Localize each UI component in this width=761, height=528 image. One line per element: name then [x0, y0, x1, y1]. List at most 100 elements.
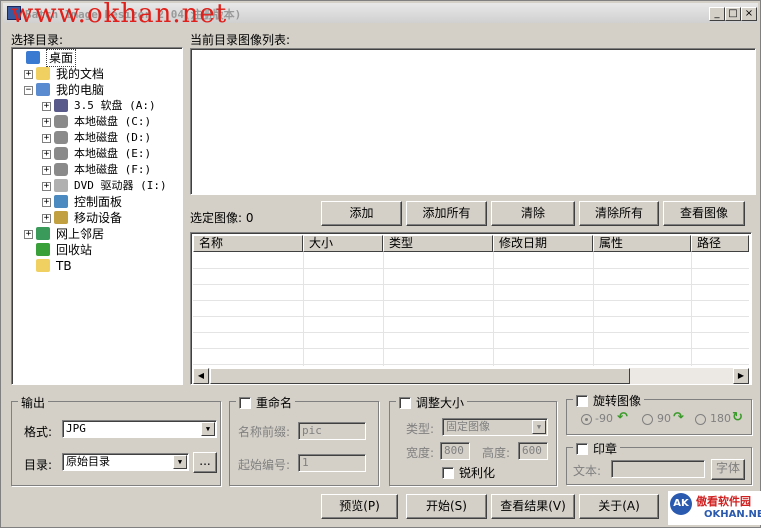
type-select[interactable]: 固定图像 ▼ [442, 418, 548, 436]
stamp-checkbox[interactable] [576, 443, 588, 455]
tree-node-label: 本地磁盘 (C:) [74, 115, 152, 128]
column-header[interactable]: 名称 [193, 235, 303, 252]
image-file-list[interactable] [190, 48, 756, 195]
rotate-title[interactable]: 旋转图像 [573, 392, 645, 409]
tree-node-label: 本地磁盘 (D:) [74, 131, 152, 144]
okhan-logo: AK 傲看软件园 OKHAN.NET [668, 491, 761, 525]
rotate-checkbox[interactable] [576, 395, 588, 407]
view-result-button[interactable]: 查看结果(V) [491, 494, 575, 519]
selected-images-table[interactable]: 名称 大小 类型 修改日期 属性 路径 ◀ ▶ [190, 232, 752, 385]
start-number-input[interactable]: 1 [298, 454, 366, 472]
drive-icon [54, 163, 68, 176]
recycle-bin-icon [36, 243, 50, 256]
browse-button[interactable]: ... [193, 452, 217, 473]
stamp-label: 印章 [593, 442, 618, 456]
preview-button[interactable]: 预览(P) [321, 494, 398, 519]
rotate-minus90-radio[interactable] [581, 414, 592, 425]
resize-label: 调整大小 [416, 396, 465, 410]
type-label: 类型: [406, 422, 435, 436]
app-window: Batch Image Resizer 2.04(注册版本) _ □ × www… [0, 0, 761, 528]
rename-label: 重命名 [256, 396, 293, 410]
clear-all-button[interactable]: 清除所有 [579, 201, 659, 226]
width-input[interactable]: 800 [440, 442, 470, 460]
expand-toggle[interactable]: + [42, 134, 51, 143]
rotate-cw-icon: ↷ [673, 410, 684, 425]
minimize-button[interactable]: _ [709, 7, 725, 21]
drive-icon [54, 147, 68, 160]
dir-select[interactable]: 原始目录 ▼ [62, 453, 189, 471]
column-gridline [303, 252, 304, 366]
tree-node-label: 本地磁盘 (E:) [74, 147, 152, 160]
rotate-ccw-icon: ↶ [617, 410, 628, 425]
rename-checkbox[interactable] [239, 397, 251, 409]
dir-value: 原始目录 [66, 455, 110, 468]
tree-node-label: 我的文档 [56, 67, 105, 81]
logo-url: OKHAN.NET [704, 509, 761, 520]
resize-checkbox[interactable] [399, 397, 411, 409]
tree-node-label: 3.5 软盘 (A:) [74, 99, 156, 112]
stamp-group: 印章 文本: 字体 [566, 440, 752, 485]
start-button[interactable]: 开始(S) [406, 494, 487, 519]
computer-icon [36, 83, 50, 96]
rename-title[interactable]: 重命名 [236, 394, 296, 411]
font-button[interactable]: 字体 [711, 459, 745, 480]
add-button[interactable]: 添加 [321, 201, 402, 226]
expand-toggle[interactable]: + [42, 214, 51, 223]
maximize-button[interactable]: □ [725, 7, 741, 21]
chevron-down-icon: ▼ [173, 455, 187, 469]
expand-toggle[interactable]: + [24, 70, 33, 79]
tree-node-label: 网上邻居 [56, 227, 105, 241]
expand-toggle[interactable]: + [24, 230, 33, 239]
expand-toggle[interactable]: + [42, 182, 51, 191]
column-header[interactable]: 大小 [303, 235, 383, 252]
column-header[interactable]: 路径 [691, 235, 749, 252]
width-label: 宽度: [406, 446, 435, 460]
expand-toggle[interactable]: + [42, 150, 51, 159]
column-header[interactable]: 修改日期 [493, 235, 593, 252]
tree-node-label: 回收站 [56, 243, 93, 257]
type-value: 固定图像 [446, 420, 490, 433]
column-header[interactable]: 属性 [593, 235, 691, 252]
stamp-text-label: 文本: [573, 464, 602, 478]
prefix-input[interactable]: pic [298, 422, 366, 440]
resize-title[interactable]: 调整大小 [396, 394, 468, 411]
close-button[interactable]: × [741, 7, 757, 21]
chevron-down-icon: ▼ [532, 420, 546, 434]
tree-node-label: 桌面 [46, 49, 77, 67]
horizontal-scrollbar[interactable]: ◀ ▶ [193, 368, 749, 384]
tree-node-label: TB [56, 259, 72, 273]
scroll-thumb[interactable] [210, 368, 630, 384]
scroll-right-button[interactable]: ▶ [733, 368, 749, 384]
expand-toggle[interactable]: + [42, 166, 51, 175]
tree-node-label: 控制面板 [74, 195, 123, 209]
stamp-title[interactable]: 印章 [573, 440, 621, 457]
select-dir-label: 选择目录: [11, 33, 64, 47]
resize-group: 调整大小 类型: 固定图像 ▼ 宽度: 800 高度: 600 锐利化 [389, 394, 557, 486]
rotate-90-label: 90 [657, 412, 671, 425]
tree-node-label: 本地磁盘 (F:) [74, 163, 152, 176]
expand-toggle[interactable]: − [24, 86, 33, 95]
clear-button[interactable]: 清除 [491, 201, 575, 226]
expand-toggle[interactable]: + [42, 198, 51, 207]
rotate-90-radio[interactable] [642, 414, 653, 425]
scroll-left-button[interactable]: ◀ [193, 368, 209, 384]
site-watermark: www.okhan.net [11, 0, 228, 29]
chevron-down-icon: ▼ [201, 422, 215, 436]
floppy-icon [54, 99, 68, 112]
sharpen-option[interactable]: 锐利化 [442, 464, 495, 481]
view-image-button[interactable]: 查看图像 [663, 201, 745, 226]
mobile-device-icon [54, 211, 68, 224]
add-all-button[interactable]: 添加所有 [406, 201, 487, 226]
expand-toggle[interactable]: + [42, 102, 51, 111]
stamp-text-input[interactable] [611, 460, 705, 478]
folder-icon [36, 259, 50, 272]
expand-toggle[interactable]: + [42, 118, 51, 127]
column-header[interactable]: 类型 [383, 235, 493, 252]
about-button[interactable]: 关于(A) [579, 494, 659, 519]
sharpen-checkbox[interactable] [442, 467, 454, 479]
column-gridline [493, 252, 494, 366]
format-select[interactable]: JPG ▼ [62, 420, 217, 438]
rotate-180-radio[interactable] [695, 414, 706, 425]
folder-tree[interactable]: 桌面 + 我的文档 − 我的电脑 +3.5 软盘 (A:) + 本地磁盘 (C:) + 本地磁盘 … [11, 47, 183, 385]
height-input[interactable]: 600 [518, 442, 548, 460]
